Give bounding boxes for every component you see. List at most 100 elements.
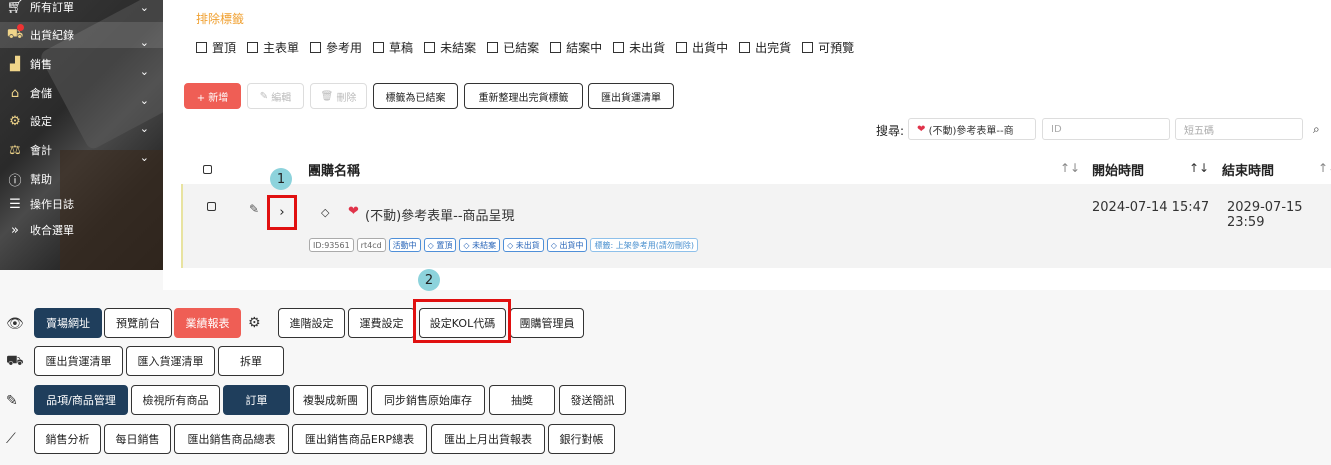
advanced-settings-button[interactable]: 進階設定	[278, 308, 345, 338]
checkbox-box[interactable]	[739, 42, 751, 53]
checkbox-box[interactable]	[373, 42, 385, 53]
search-input[interactable]: ❤ (不動)參考表單--商	[908, 118, 1036, 140]
item-product-management-button[interactable]: 品項/商品管理	[34, 385, 128, 415]
bar-chart-icon: ▟	[10, 56, 20, 72]
id-search-input[interactable]: ID	[1042, 118, 1170, 140]
split-order-button[interactable]: 拆單	[218, 346, 284, 376]
checkbox-pinned[interactable]: 置頂	[196, 39, 236, 56]
checkbox-box[interactable]	[550, 42, 562, 53]
view-all-products-button[interactable]: 檢視所有商品	[131, 385, 220, 415]
chip-label: 未出貨	[515, 240, 540, 250]
preview-frontend-button[interactable]: 預覽前台	[104, 308, 172, 338]
sidebar-item-label: 倉儲	[30, 87, 52, 100]
export-last-month-shipping-report-button[interactable]: 匯出上月出貨報表	[431, 424, 545, 454]
column-header-end[interactable]: 結束時間	[1222, 160, 1274, 179]
group-buy-admin-button[interactable]: 團購管理員	[510, 308, 584, 338]
orders-button[interactable]: 訂單	[223, 385, 290, 415]
truck-icon: ⛟	[6, 353, 24, 369]
sidebar-item-sales[interactable]: ▟ 銷售 ⌄	[0, 51, 163, 79]
search-input-value: (不動)參考表單--商	[928, 125, 1014, 137]
sidebar-item-shipping-records[interactable]: ⛟ 出貨紀錄 ⌄	[0, 22, 163, 49]
bank-reconciliation-button[interactable]: 銀行對帳	[548, 424, 615, 454]
checkbox-box[interactable]	[310, 42, 322, 53]
tag-icon: ◇	[463, 240, 473, 250]
chevron-down-icon: ⌄	[139, 94, 149, 107]
lottery-button[interactable]: 抽獎	[489, 385, 555, 415]
chip-label: 出貨中	[559, 240, 584, 250]
double-chevron-icon: »	[11, 222, 19, 238]
sidebar-item-operation-log[interactable]: ☰ 操作日誌	[0, 191, 163, 217]
sidebar-item-settings[interactable]: ⚙ 設定 ⌄	[0, 108, 163, 136]
expand-row-button[interactable]: ›	[267, 195, 297, 230]
export-erp-summary-button[interactable]: 匯出銷售商品ERP總表	[292, 424, 427, 454]
shipping-fee-settings-button[interactable]: 運費設定	[348, 308, 415, 338]
checkbox-box[interactable]	[802, 42, 814, 53]
step-badge-1: 1	[270, 168, 292, 190]
checkbox-box[interactable]	[424, 42, 436, 53]
delete-button[interactable]: 🗑︎ 刪除	[310, 83, 367, 109]
performance-report-button[interactable]: 業績報表	[174, 308, 241, 338]
checkbox-box[interactable]	[487, 42, 499, 53]
checkbox-shipping[interactable]: 出貨中	[676, 39, 728, 56]
reorganize-shipped-tags-button[interactable]: 重新整理出完貨標籤	[464, 83, 583, 109]
checkbox-closing[interactable]: 結案中	[550, 39, 602, 56]
table-row[interactable]: ✎ › ◇ ❤ (不動)參考表單--商品呈現 2024-07-14 15:47 …	[181, 184, 1331, 268]
import-shipping-list-button[interactable]: 匯入貨運清單	[126, 346, 215, 376]
gear-icon[interactable]: ⚙	[248, 315, 261, 331]
sync-original-stock-button[interactable]: 同步銷售原始庫存	[371, 385, 485, 415]
row-chips: ID:93561 rt4cd 活動中 ◇ 置頂 ◇ 未結案 ◇ 未出貨 ◇ 出貨…	[309, 238, 701, 252]
edit-button[interactable]: ✎ 編輯	[247, 83, 304, 109]
trash-icon: 🗑︎	[320, 90, 337, 102]
warehouse-icon: ⌂	[10, 85, 20, 101]
gear-icon: ⚙	[9, 113, 21, 129]
tag-icon: ◇	[427, 240, 437, 250]
sidebar-item-help[interactable]: ⓘ 幫助	[0, 166, 163, 192]
edit-icon: ✎	[6, 393, 18, 409]
sidebar-item-accounting[interactable]: ⚖ 會計 ⌄	[0, 137, 163, 165]
tag-icon: ◇	[507, 240, 516, 250]
sort-icon[interactable]: ↑↓	[1318, 161, 1331, 175]
checkbox-draft[interactable]: 草稿	[373, 39, 413, 56]
checkbox-reference[interactable]: 參考用	[310, 39, 362, 56]
sidebar-item-warehouse[interactable]: ⌂ 倉儲 ⌄	[0, 80, 163, 108]
column-header-start[interactable]: 開始時間	[1092, 160, 1144, 179]
short-code-search-input[interactable]: 短五碼	[1175, 118, 1303, 140]
export-shipping-list-button[interactable]: 匯出貨運清單	[588, 83, 674, 109]
checkbox-not-shipped[interactable]: 未出貨	[613, 39, 665, 56]
row-title[interactable]: (不動)參考表單--商品呈現	[365, 205, 515, 224]
row-checkbox[interactable]	[207, 202, 216, 211]
checkbox-label: 草稿	[389, 41, 414, 55]
daily-sales-button[interactable]: 每日銷售	[104, 424, 171, 454]
checkbox-shipped[interactable]: 出完貨	[739, 39, 791, 56]
sort-icon[interactable]: ↑↓	[1060, 161, 1080, 175]
notification-dot	[17, 24, 24, 31]
sidebar-item-orders[interactable]: 🛒︎ 所有訂單 ⌄	[0, 0, 163, 20]
copy-to-new-group-button[interactable]: 複製成新團	[293, 385, 368, 415]
checkbox-main-form[interactable]: 主表單	[247, 39, 299, 56]
export-shipping-list-button[interactable]: 匯出貨運清單	[34, 346, 123, 376]
column-header-name[interactable]: 團購名稱	[308, 160, 360, 179]
store-url-button[interactable]: 賣場網址	[34, 308, 102, 338]
sidebar-item-collapse-menu[interactable]: » 收合選單	[0, 217, 163, 243]
chip-label-tag: 標籤: 上架參考用(請勿刪除)	[590, 238, 698, 252]
select-all-checkbox[interactable]	[203, 165, 212, 174]
sales-analysis-button[interactable]: 銷售分析	[34, 424, 101, 454]
mark-closed-button[interactable]: 標籤為已結案	[373, 83, 458, 109]
checkbox-box[interactable]	[613, 42, 625, 53]
export-sales-summary-button[interactable]: 匯出銷售商品總表	[174, 424, 289, 454]
checkbox-box[interactable]	[676, 42, 688, 53]
tag-icon[interactable]: ◇	[321, 206, 329, 219]
checkbox-unclosed[interactable]: 未結案	[424, 39, 476, 56]
edit-icon[interactable]: ✎	[249, 202, 259, 216]
checkbox-closed[interactable]: 已結案	[487, 39, 539, 56]
checkbox-box[interactable]	[196, 42, 207, 53]
checkbox-label: 結案中	[566, 41, 603, 55]
add-button[interactable]: + 新增	[184, 83, 241, 109]
checkbox-box[interactable]	[247, 42, 259, 53]
send-sms-button[interactable]: 發送簡訊	[559, 385, 626, 415]
sort-desc-icon[interactable]: ↑↓	[1189, 161, 1209, 175]
checkbox-previewable[interactable]: 可預覽	[802, 39, 854, 56]
chevron-down-icon: ⌄	[139, 0, 149, 14]
search-icon[interactable]: ⌕	[1313, 122, 1320, 137]
checkbox-label: 參考用	[326, 41, 363, 55]
